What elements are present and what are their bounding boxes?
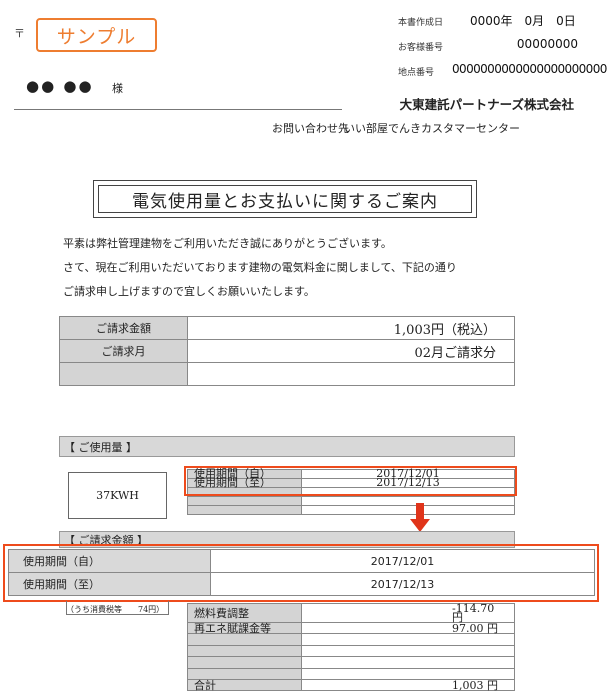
renewable-levy-label: 再エネ賦課金等 <box>187 621 302 635</box>
intro-line-1: 平素は弊社管理建物をご利用いただき誠にありがとうございます。 <box>63 237 392 250</box>
contact-label: お問い合わせ先 <box>272 122 349 135</box>
intro-line-2: さて、現在ご利用いただいております建物の電気料金に関しまして、下記の通り <box>63 261 457 274</box>
company-name: 大東建託パートナーズ株式会社 <box>399 97 574 112</box>
billing-amount-value: 1,003円（税込） <box>187 316 515 340</box>
customer-number-label: お客様番号 <box>398 43 444 53</box>
recipient-name: ●● ●● <box>26 77 94 95</box>
zoom-highlight-box <box>3 544 599 602</box>
location-number-label: 地点番号 <box>398 68 435 78</box>
charges-empty-value <box>301 656 515 669</box>
charges-empty-value <box>301 633 515 646</box>
contact-value: いい部屋でんきカスタマーセンター <box>344 122 520 135</box>
total-value: 1,003 円 <box>301 678 515 692</box>
billing-empty-value <box>187 362 515 386</box>
period-empty-label <box>187 505 302 515</box>
total-label: 合計 <box>187 678 302 692</box>
address-divider <box>14 109 342 110</box>
charges-empty-value <box>301 667 515 680</box>
usage-kwh: 37KWH <box>68 472 167 519</box>
intro-line-3: ご請求申し上げますので宜しくお願いいたします。 <box>63 285 315 298</box>
fuel-adjustment-value: -114.70 円 <box>301 603 515 623</box>
period-highlight-box <box>184 466 517 496</box>
period-empty-label <box>187 496 302 506</box>
tax-note-box <box>66 601 169 615</box>
charges-empty-label <box>187 644 302 658</box>
charges-empty-value <box>301 644 515 658</box>
created-date-label: 本書作成日 <box>398 18 444 28</box>
postal-mark: 〒 <box>14 27 25 40</box>
sample-badge: サンプル <box>36 18 157 52</box>
document-title: 電気使用量とお支払いに関するご案内 <box>98 185 472 213</box>
location-number-value: 0000000000000000000000 <box>452 62 607 76</box>
document-title-frame: 電気使用量とお支払いに関するご案内 <box>93 180 477 218</box>
billing-summary-table: ご請求金額 1,003円（税込） ご請求月 02月ご請求分 <box>59 316 515 386</box>
charges-empty-label <box>187 656 302 669</box>
billing-month-label: ご請求月 <box>59 339 188 363</box>
charges-empty-label <box>187 633 302 646</box>
renewable-levy-value: 97.00 円 <box>301 621 515 635</box>
billing-empty-label <box>59 362 188 386</box>
period-empty-value <box>301 505 515 515</box>
billing-amount-label: ご請求金額 <box>59 316 188 340</box>
billing-notice-page: 〒 サンプル ●● ●● 様 本書作成日 0000年 0月 0日 お客様番号 0… <box>0 0 609 699</box>
period-empty-value <box>301 496 515 506</box>
recipient-honorific: 様 <box>112 82 123 95</box>
billing-month-value: 02月ご請求分 <box>187 339 515 363</box>
customer-number-value: 00000000 <box>516 37 578 51</box>
fuel-adjustment-label: 燃料費調整 <box>187 603 302 623</box>
created-date-value: 0000年 0月 0日 <box>470 14 576 28</box>
charges-empty-label <box>187 667 302 680</box>
charges-table: 燃料費調整 -114.70 円 再エネ賦課金等 97.00 円 合計 1,003… <box>187 603 515 692</box>
usage-section-header: 【 ご使用量 】 <box>59 436 515 457</box>
